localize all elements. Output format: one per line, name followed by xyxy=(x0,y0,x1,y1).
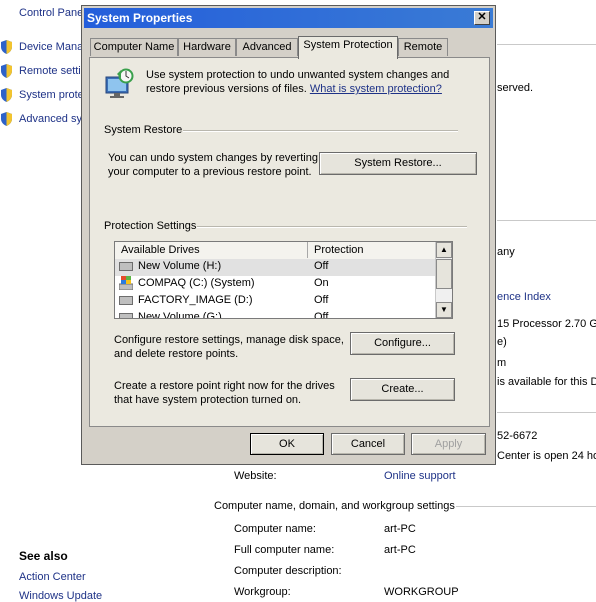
workgroup-value: WORKGROUP xyxy=(384,586,459,598)
what-is-system-protection-link[interactable]: What is system protection? xyxy=(310,83,442,95)
arrow-up-icon: ▲ xyxy=(440,245,448,254)
drive-row[interactable]: COMPAQ (C:) (System) On xyxy=(115,276,437,293)
title-bar[interactable]: System Properties ✕ xyxy=(84,8,493,28)
windows-drive-icon xyxy=(119,276,133,290)
ok-button[interactable]: OK xyxy=(250,433,324,455)
dialog-title: System Properties xyxy=(87,11,193,25)
drive-name: FACTORY_IMAGE (D:) xyxy=(138,294,253,306)
memory-fragment: e) xyxy=(497,336,507,348)
computer-description-label: Computer description: xyxy=(234,565,342,577)
drive-row[interactable]: FACTORY_IMAGE (D:) Off xyxy=(115,293,437,310)
divider xyxy=(497,412,596,413)
task-label: Remote setti xyxy=(19,65,81,77)
drive-icon xyxy=(119,262,133,271)
system-restore-button[interactable]: System Restore... xyxy=(319,152,477,175)
full-computer-name-value: art-PC xyxy=(384,544,416,556)
close-button[interactable]: ✕ xyxy=(474,11,490,25)
column-protection[interactable]: Protection xyxy=(308,242,437,258)
task-label: System prote xyxy=(19,89,84,101)
breadcrumb[interactable]: Control Pane xyxy=(19,7,83,19)
system-restore-text: You can undo system changes by reverting… xyxy=(108,152,318,178)
drive-protection: On xyxy=(314,277,329,289)
system-restore-group-label: System Restore xyxy=(104,124,183,136)
apply-button[interactable]: Apply xyxy=(411,433,486,455)
tab-system-protection[interactable]: System Protection xyxy=(298,36,398,59)
column-available-drives[interactable]: Available Drives xyxy=(115,242,308,258)
computer-name-label: Computer name: xyxy=(234,523,316,535)
divider xyxy=(497,44,596,45)
tab-advanced[interactable]: Advanced xyxy=(236,38,298,56)
drive-name: New Volume (G:) xyxy=(138,311,222,319)
configure-button[interactable]: Configure... xyxy=(350,332,455,355)
configure-text: Configure restore settings, manage disk … xyxy=(114,334,344,360)
support-hours-fragment: Center is open 24 ho xyxy=(497,450,596,462)
create-button[interactable]: Create... xyxy=(350,378,455,401)
computer-name-value: art-PC xyxy=(384,523,416,535)
section-title: Computer name, domain, and workgroup set… xyxy=(214,500,455,512)
arrow-down-icon: ▼ xyxy=(440,305,448,314)
task-label: Device Mana xyxy=(19,41,84,53)
divider xyxy=(456,506,596,507)
workgroup-label: Workgroup: xyxy=(234,586,291,598)
drive-row[interactable]: New Volume (G:) Off xyxy=(115,310,437,319)
pen-touch-fragment: is available for this Di xyxy=(497,376,596,388)
windows-update-link[interactable]: Windows Update xyxy=(19,590,102,602)
tab-hardware[interactable]: Hardware xyxy=(178,38,236,56)
manufacturer-fragment: any xyxy=(497,246,515,258)
drive-row[interactable]: New Volume (H:) Off xyxy=(115,259,437,276)
divider xyxy=(497,220,596,221)
drive-icon xyxy=(119,313,133,318)
system-type-fragment: m xyxy=(497,357,507,369)
protection-settings-group-label: Protection Settings xyxy=(104,220,197,232)
group-divider xyxy=(183,130,458,132)
drive-icon xyxy=(119,296,133,305)
task-label: Advanced sy xyxy=(19,113,82,125)
system-protection-icon xyxy=(105,68,134,98)
processor-fragment: 15 Processor 2.70 G xyxy=(497,318,596,330)
shield-icon xyxy=(1,64,12,78)
drive-protection: Off xyxy=(314,260,329,272)
drive-protection: Off xyxy=(314,311,329,319)
drive-name: COMPAQ (C:) (System) xyxy=(138,277,255,289)
online-support-link[interactable]: Online support xyxy=(384,470,456,482)
see-also-heading: See also xyxy=(19,549,68,563)
create-text: Create a restore point right now for the… xyxy=(114,380,335,406)
vertical-scrollbar[interactable]: ▲ ▼ xyxy=(435,242,452,318)
drives-list[interactable]: Available Drives Protection New Volume (… xyxy=(114,241,453,319)
tab-computer-name[interactable]: Computer Name xyxy=(90,38,178,56)
cancel-button[interactable]: Cancel xyxy=(331,433,405,455)
phone-fragment: 52-6672 xyxy=(497,430,538,442)
close-icon: ✕ xyxy=(477,11,487,23)
website-label: Website: xyxy=(234,470,277,482)
intro-text: Use system protection to undo unwanted s… xyxy=(146,68,451,96)
copyright-fragment: served. xyxy=(497,82,534,94)
tab-remote[interactable]: Remote xyxy=(398,38,448,56)
list-header: Available Drives Protection xyxy=(115,242,437,260)
shield-icon xyxy=(1,112,12,126)
group-divider xyxy=(197,226,467,228)
experience-index-link[interactable]: ence Index xyxy=(497,291,551,303)
drive-name: New Volume (H:) xyxy=(138,260,222,272)
drive-protection: Off xyxy=(314,294,329,306)
shield-icon xyxy=(1,40,12,54)
full-computer-name-label: Full computer name: xyxy=(234,544,335,556)
shield-icon xyxy=(1,88,12,102)
scroll-up-button[interactable]: ▲ xyxy=(436,242,452,258)
scroll-down-button[interactable]: ▼ xyxy=(436,302,452,318)
scroll-thumb[interactable] xyxy=(436,259,452,289)
action-center-link[interactable]: Action Center xyxy=(19,571,86,583)
